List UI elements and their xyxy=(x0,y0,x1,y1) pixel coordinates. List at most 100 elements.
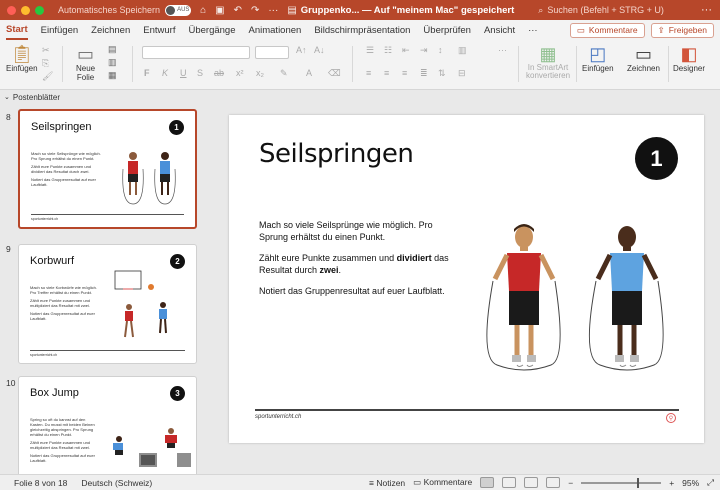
close-window-button[interactable] xyxy=(7,5,16,15)
highlighter-icon[interactable]: ✎ xyxy=(280,68,288,79)
notes-button[interactable]: ≡ Notizen xyxy=(369,478,405,488)
zoom-window-button[interactable] xyxy=(35,5,44,15)
justify-icon[interactable]: ≣ xyxy=(420,68,428,79)
thumb-badge: 1 xyxy=(169,120,184,135)
slide-panel-header[interactable]: ⌄ Postenblätter xyxy=(0,90,210,104)
clear-format-icon[interactable]: ⌫ xyxy=(328,68,341,79)
slide-thumbnail-8[interactable]: Seilspringen 1 Mach so viele Seilsprünge… xyxy=(18,109,197,229)
italic-icon[interactable]: K xyxy=(162,68,168,78)
smartart-button[interactable]: ▦ In SmartArt konvertieren xyxy=(526,44,570,80)
paste-button[interactable]: 📋︎ Einfügen xyxy=(6,44,38,73)
tab-animationen[interactable]: Animationen xyxy=(249,22,302,39)
tabs-more-icon[interactable]: ··· xyxy=(528,22,538,39)
comments-button[interactable]: ▭ Kommentare xyxy=(569,22,645,38)
reset-icon[interactable]: ▥ xyxy=(108,57,117,68)
cut-icon[interactable]: ✂ xyxy=(42,45,50,56)
subscript-icon[interactable]: x₂ xyxy=(256,68,264,78)
home-icon[interactable]: ⌂ xyxy=(200,5,206,16)
font-color-icon[interactable]: A xyxy=(306,68,312,78)
align-center-icon[interactable]: ≡ xyxy=(384,68,389,78)
decrease-font-icon[interactable]: A↓ xyxy=(314,45,325,55)
fit-to-window-icon[interactable]: ⤢ xyxy=(707,477,714,488)
slide-footer-line xyxy=(255,409,679,411)
designer-button[interactable]: ◧ Designer xyxy=(673,44,705,73)
align-right-icon[interactable]: ≡ xyxy=(402,68,407,78)
thumb-title: Seilspringen xyxy=(31,121,92,133)
draw-button[interactable]: ▭ Zeichnen xyxy=(627,44,660,73)
title-bar: Automatisches Speichern AUS ⌂ ▣ ↶ ↷ ··· … xyxy=(0,0,720,20)
thumb-badge: 3 xyxy=(170,386,185,401)
autosave-toggle[interactable]: AUS xyxy=(165,4,192,16)
slide-canvas[interactable]: Seilspringen 1 Mach so viele Seilsprünge… xyxy=(229,115,704,443)
language-indicator[interactable]: Deutsch (Schweiz) xyxy=(81,478,152,488)
more-icon[interactable]: ··· xyxy=(268,5,278,16)
zoom-in-icon[interactable]: + xyxy=(669,478,674,488)
reading-view-button[interactable] xyxy=(524,477,539,488)
increase-indent-icon[interactable]: ⇥ xyxy=(420,45,428,56)
slide-thumbnail-9[interactable]: Korbwurf 2 Mach so viele Korbwürfe wie m… xyxy=(18,244,197,364)
undo-icon[interactable]: ↶ xyxy=(234,5,242,16)
minimize-window-button[interactable] xyxy=(21,5,30,15)
columns-icon[interactable]: ▥ xyxy=(458,45,467,56)
zoom-level[interactable]: 95% xyxy=(682,478,699,488)
tab-ueberpruefen[interactable]: Überprüfen xyxy=(423,22,471,39)
tab-uebergaenge[interactable]: Übergänge xyxy=(188,22,235,39)
share-button[interactable]: ⇪ Freigeben xyxy=(650,22,714,38)
tab-start[interactable]: Start xyxy=(6,21,28,40)
tab-einfuegen[interactable]: Einfügen xyxy=(41,22,79,39)
align-left-icon[interactable]: ≡ xyxy=(366,68,371,78)
increase-font-icon[interactable]: A↑ xyxy=(296,45,307,55)
designer-icon: ◧ xyxy=(680,44,698,64)
line-spacing-icon[interactable]: ↕ xyxy=(438,45,443,55)
chevron-down-icon: ⌄ xyxy=(4,94,10,101)
slide-footer-text: sportunterricht.ch xyxy=(255,414,302,420)
slide-sorter-view-button[interactable] xyxy=(502,477,517,488)
zoom-slider-knob[interactable] xyxy=(637,477,640,488)
new-slide-button[interactable]: ▭ Neue Folie xyxy=(76,44,95,82)
titlebar-more-icon[interactable]: ··· xyxy=(701,4,712,16)
decrease-indent-icon[interactable]: ⇤ xyxy=(402,45,410,56)
tab-zeichnen[interactable]: Zeichnen xyxy=(91,22,130,39)
jump-rope-figures-illustration xyxy=(122,152,176,205)
slideshow-view-button[interactable] xyxy=(546,477,561,488)
comments-status-button[interactable]: ▭ Kommentare xyxy=(413,477,472,488)
basketball-illustration xyxy=(114,270,167,338)
comment-icon: ▭ xyxy=(576,24,585,35)
tab-entwurf[interactable]: Entwurf xyxy=(143,22,175,39)
font-name-field[interactable] xyxy=(142,46,250,59)
autosave-label: Automatisches Speichern xyxy=(58,5,161,15)
underline-icon[interactable]: U xyxy=(180,68,187,78)
shadow-icon[interactable]: S xyxy=(197,68,203,78)
slide-thumbnail-10[interactable]: Box Jump 3 Spring so oft du kannst auf d… xyxy=(18,376,197,474)
shapes-icon: ◰ xyxy=(589,44,607,64)
tab-bildschirmpraesentation[interactable]: Bildschirmpräsentation xyxy=(314,22,410,39)
redo-icon[interactable]: ↷ xyxy=(251,5,259,16)
align-text-icon[interactable]: ⊟ xyxy=(458,68,466,79)
section-icon[interactable]: ▦ xyxy=(108,70,117,81)
normal-view-button[interactable] xyxy=(480,477,495,488)
slide-thumbnails: 8 Seilspringen 1 Mach so viele Seilsprün… xyxy=(0,104,210,474)
font-size-field[interactable] xyxy=(255,46,289,59)
layout-icon[interactable]: ▤ xyxy=(108,44,117,55)
comment-icon: ▭ xyxy=(413,477,424,487)
thumb-footer: sportunterricht.ch xyxy=(31,217,59,221)
slide-title[interactable]: Seilspringen xyxy=(259,139,414,169)
zoom-slider[interactable] xyxy=(581,477,662,488)
text-direction-icon[interactable]: ⇅ xyxy=(438,68,446,79)
more-paragraph-icon[interactable]: ··· xyxy=(498,45,507,55)
slide-body-text[interactable]: Mach so viele Seilsprünge wie möglich. P… xyxy=(259,219,459,306)
save-icon[interactable]: ▣ xyxy=(215,5,224,16)
tab-ansicht[interactable]: Ansicht xyxy=(484,22,515,39)
zoom-out-icon[interactable]: − xyxy=(568,478,573,488)
format-painter-icon[interactable]: 🖌︎ xyxy=(42,71,53,82)
window-controls xyxy=(7,5,44,15)
numbering-icon[interactable]: ☷ xyxy=(384,45,392,56)
superscript-icon[interactable]: x² xyxy=(236,68,244,78)
box-jump-illustration xyxy=(113,428,191,467)
search-field[interactable]: ⌕ Suchen (Befehl + STRG + U) xyxy=(538,5,664,16)
copy-icon[interactable]: ⎘ xyxy=(42,58,49,69)
insert-shapes-button[interactable]: ◰ Einfügen xyxy=(582,44,614,73)
strikethrough-icon[interactable]: ab xyxy=(214,68,224,78)
bold-icon[interactable]: F xyxy=(144,68,150,78)
bullets-icon[interactable]: ☰ xyxy=(366,45,374,56)
